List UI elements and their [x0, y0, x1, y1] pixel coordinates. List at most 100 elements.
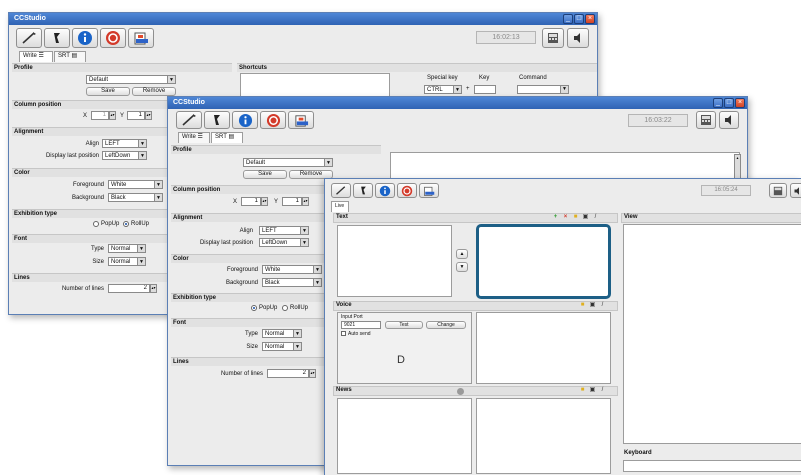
- save-profile-button[interactable]: Save: [86, 87, 130, 96]
- x-field[interactable]: 1: [91, 111, 109, 120]
- number-of-lines-field[interactable]: 2: [108, 284, 150, 293]
- command-select[interactable]: ▼: [517, 85, 569, 94]
- foreground-select[interactable]: White ▼: [108, 180, 163, 189]
- chevron-down-icon: ▼: [137, 245, 145, 252]
- info-button[interactable]: [232, 111, 258, 129]
- delete-icon[interactable]: ×: [562, 214, 569, 221]
- export-button[interactable]: [419, 183, 439, 198]
- display-last-position-select[interactable]: LeftDown ▼: [102, 151, 147, 160]
- view-area[interactable]: [623, 224, 801, 444]
- key-field[interactable]: [474, 85, 496, 94]
- calculator-button[interactable]: [542, 28, 564, 48]
- stop-button[interactable]: [397, 183, 417, 198]
- x-field[interactable]: 1: [241, 197, 261, 206]
- font-type-select[interactable]: Normal ▼: [108, 244, 146, 253]
- news-list-left[interactable]: [337, 398, 472, 474]
- x-spinner[interactable]: ▴▾: [109, 111, 116, 120]
- news-list-right[interactable]: [476, 398, 611, 474]
- align-select[interactable]: LEFT ▼: [102, 139, 147, 148]
- folder-icon[interactable]: ■: [579, 302, 586, 309]
- minimize-button[interactable]: _: [563, 14, 573, 24]
- save-icon[interactable]: ▣: [589, 302, 596, 309]
- folder-icon[interactable]: ■: [579, 387, 586, 394]
- popup-label: PopUp: [259, 305, 278, 311]
- display-last-position-select[interactable]: LeftDown ▼: [259, 238, 309, 247]
- x-label: X: [83, 113, 88, 119]
- foreground-select[interactable]: White ▼: [262, 265, 322, 274]
- info-button[interactable]: [72, 28, 98, 48]
- auto-send-checkbox[interactable]: [341, 331, 346, 336]
- change-button[interactable]: Change: [426, 321, 466, 329]
- voice-output-box[interactable]: [476, 312, 611, 384]
- y-field[interactable]: 1: [127, 111, 145, 120]
- info-button[interactable]: [375, 183, 395, 198]
- stop-button[interactable]: [100, 28, 126, 48]
- popup-radio[interactable]: [251, 305, 257, 311]
- font-type-select[interactable]: Normal ▼: [262, 329, 302, 338]
- stop-button[interactable]: [260, 111, 286, 129]
- wand-button[interactable]: [331, 183, 351, 198]
- save-icon[interactable]: ▣: [589, 387, 596, 394]
- tab-write[interactable]: Write ☰: [178, 132, 210, 143]
- add-icon[interactable]: +: [552, 214, 559, 221]
- pointer-button[interactable]: [44, 28, 70, 48]
- font-size-select[interactable]: Normal ▼: [262, 342, 302, 351]
- edit-icon[interactable]: /: [599, 302, 606, 309]
- window-title-bar[interactable]: CCStudio: [168, 97, 747, 109]
- x-spinner[interactable]: ▴▾: [261, 197, 268, 206]
- save-profile-button[interactable]: Save: [243, 170, 287, 179]
- rollup-radio[interactable]: [123, 221, 129, 227]
- number-of-lines-spinner[interactable]: ▴▾: [150, 284, 157, 293]
- profile-select[interactable]: Default ▼: [86, 75, 176, 84]
- port-field[interactable]: 9021: [341, 321, 381, 329]
- display-last-position-label: Display last position: [199, 240, 253, 246]
- number-of-lines-spinner[interactable]: ▴▾: [309, 369, 316, 378]
- calculator-button[interactable]: [696, 111, 716, 129]
- close-button[interactable]: ×: [735, 98, 745, 108]
- pointer-button[interactable]: [204, 111, 230, 129]
- folder-icon[interactable]: ■: [572, 214, 579, 221]
- calculator-button[interactable]: [769, 183, 787, 198]
- wand-button[interactable]: [16, 28, 42, 48]
- text-selected-box[interactable]: [476, 224, 611, 299]
- window-title-bar[interactable]: CCStudio: [9, 13, 597, 25]
- export-button[interactable]: [128, 28, 154, 48]
- speaker-button[interactable]: [567, 28, 589, 48]
- tab-write[interactable]: Write ☰: [19, 51, 53, 62]
- popup-radio[interactable]: [93, 221, 99, 227]
- speaker-button[interactable]: [790, 183, 801, 198]
- special-key-select[interactable]: CTRL ▼: [424, 85, 462, 94]
- y-field[interactable]: 1: [282, 197, 302, 206]
- y-spinner[interactable]: ▴▾: [145, 111, 152, 120]
- edit-icon[interactable]: /: [592, 214, 599, 221]
- profile-select[interactable]: Default ▼: [243, 158, 333, 167]
- remove-profile-button[interactable]: Remove: [132, 87, 176, 96]
- export-button[interactable]: [288, 111, 314, 129]
- y-spinner[interactable]: ▴▾: [302, 197, 309, 206]
- tab-srt[interactable]: SRT ▤: [54, 51, 86, 62]
- close-button[interactable]: ×: [585, 14, 595, 24]
- test-button[interactable]: Test: [385, 321, 423, 329]
- minimize-button[interactable]: _: [713, 98, 723, 108]
- rollup-radio[interactable]: [282, 305, 288, 311]
- tab-live[interactable]: Live: [331, 201, 349, 212]
- edit-icon[interactable]: /: [599, 387, 606, 394]
- align-select[interactable]: LEFT ▼: [259, 226, 309, 235]
- tab-srt[interactable]: SRT ▤: [211, 132, 243, 143]
- maximize-button[interactable]: □: [724, 98, 734, 108]
- maximize-button[interactable]: □: [574, 14, 584, 24]
- wand-button[interactable]: [176, 111, 202, 129]
- key-label: Key: [479, 75, 490, 81]
- font-size-select[interactable]: Normal ▼: [108, 257, 146, 266]
- save-icon[interactable]: ▣: [582, 214, 589, 221]
- pointer-button[interactable]: [353, 183, 373, 198]
- move-up-button[interactable]: ▲: [456, 249, 468, 259]
- keyboard-input[interactable]: [623, 460, 801, 472]
- move-down-button[interactable]: ▼: [456, 262, 468, 272]
- foreground-label: Foreground: [72, 182, 104, 188]
- number-of-lines-field[interactable]: 2: [267, 369, 309, 378]
- text-list-left[interactable]: [337, 225, 452, 297]
- speaker-button[interactable]: [719, 111, 739, 129]
- background-select[interactable]: Black ▼: [262, 278, 322, 287]
- background-select[interactable]: Black ▼: [108, 193, 163, 202]
